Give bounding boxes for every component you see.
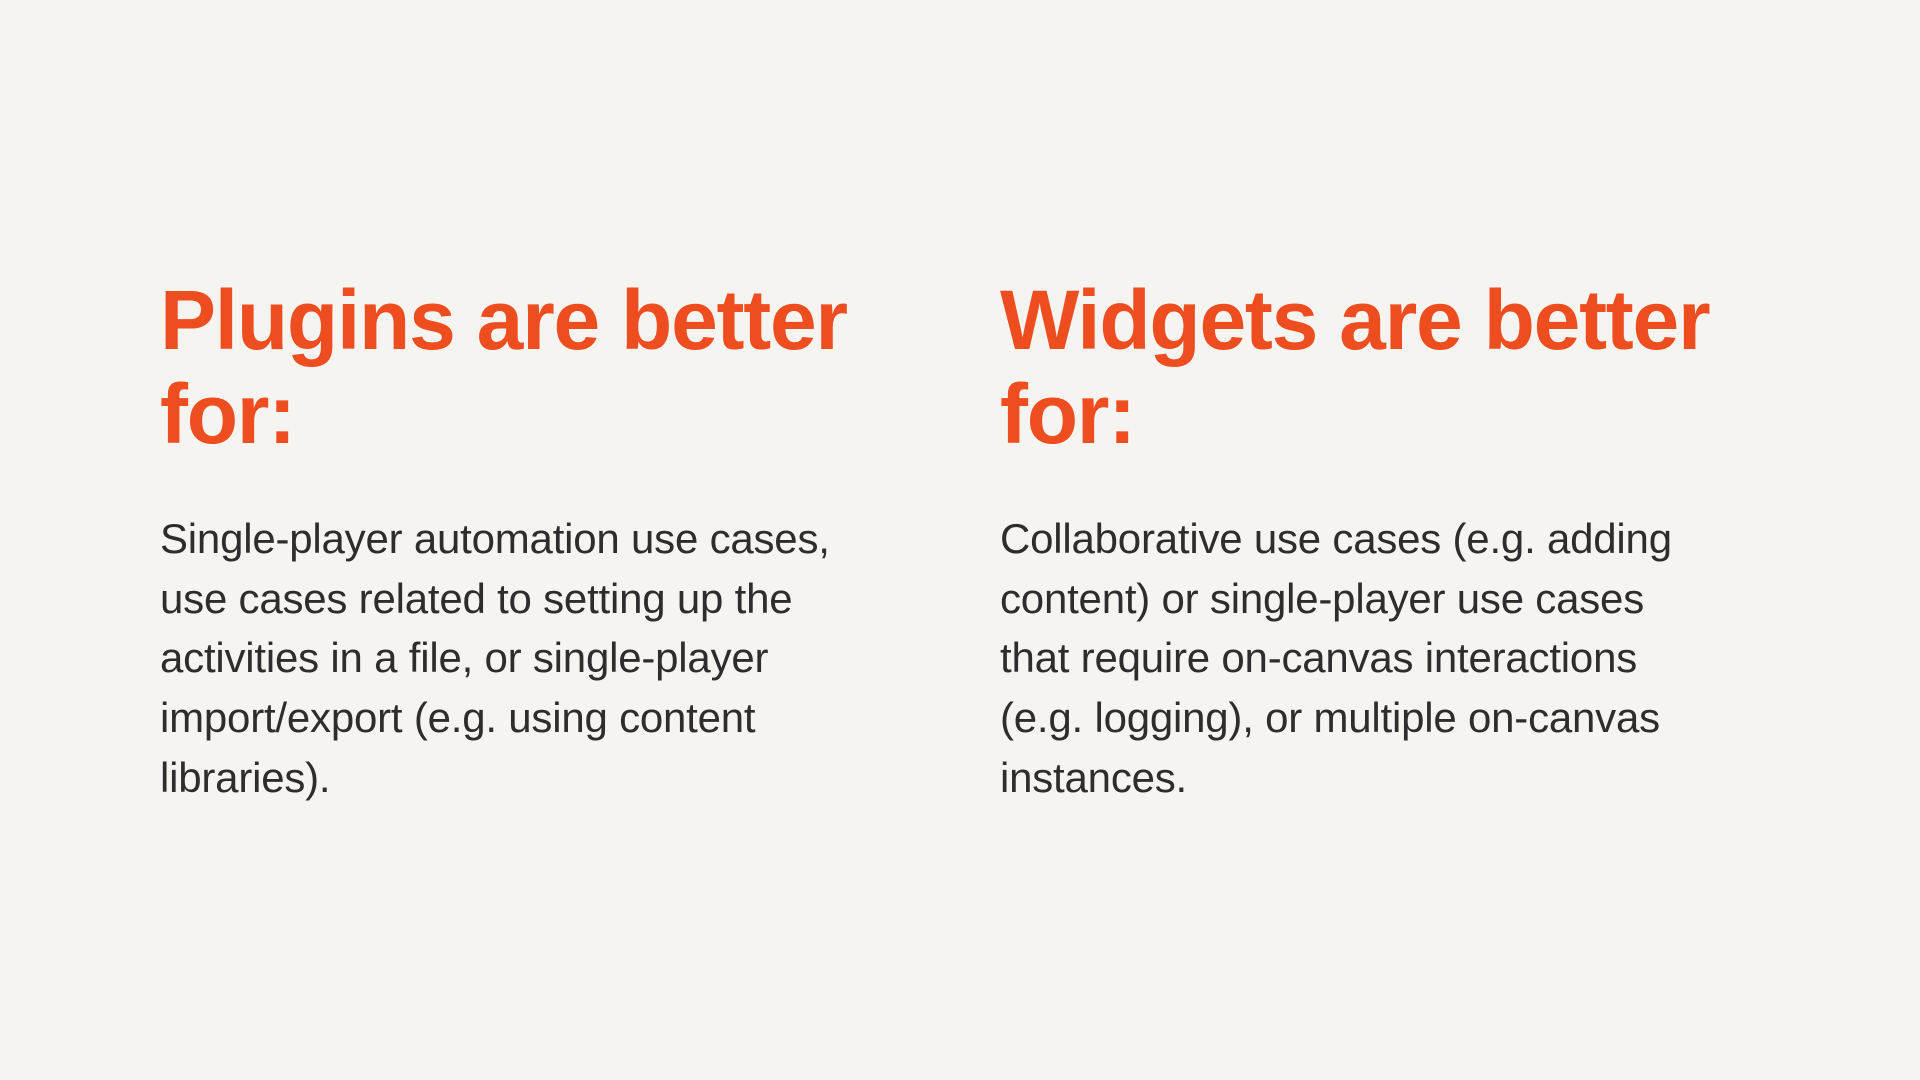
widgets-body: Collaborative use cases (e.g. adding con… <box>1000 509 1720 807</box>
plugins-heading: Plugins are better for: <box>160 273 880 461</box>
column-plugins: Plugins are better for: Single-player au… <box>160 273 880 807</box>
plugins-body: Single-player automation use cases, use … <box>160 509 880 807</box>
widgets-heading: Widgets are better for: <box>1000 273 1720 461</box>
column-widgets: Widgets are better for: Collaborative us… <box>1000 273 1720 807</box>
slide-content: Plugins are better for: Single-player au… <box>0 273 1920 807</box>
